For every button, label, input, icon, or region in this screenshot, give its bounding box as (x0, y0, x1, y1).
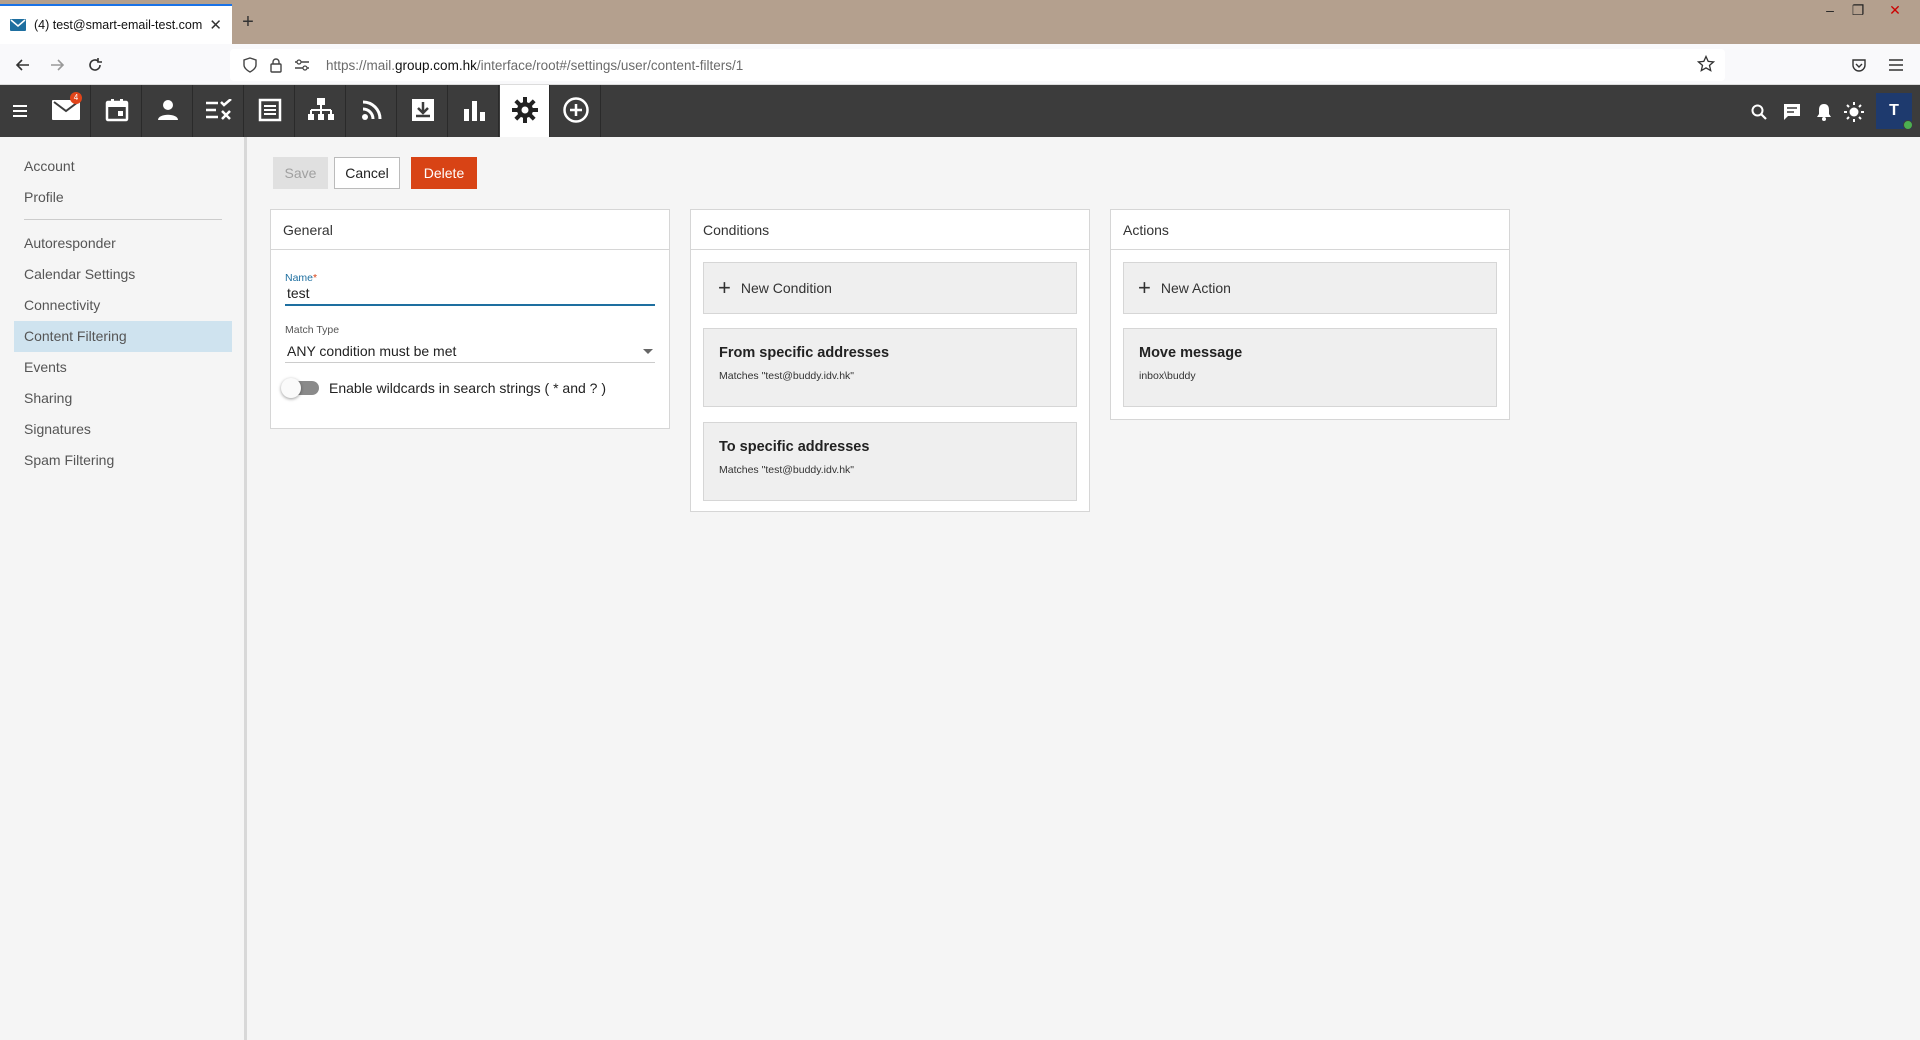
save-button[interactable]: Save (273, 157, 328, 189)
feeds-app-button[interactable] (347, 85, 397, 137)
sidebar-item-connectivity[interactable]: Connectivity (14, 290, 232, 321)
toggle-knob (281, 378, 301, 398)
chat-icon[interactable] (1781, 101, 1803, 123)
sidebar-item-profile[interactable]: Profile (14, 182, 232, 213)
download-box-icon (411, 98, 435, 125)
cancel-button[interactable]: Cancel (334, 157, 400, 189)
settings-sidebar: Account Profile Autoresponder Calendar S… (0, 137, 247, 1040)
condition-card[interactable]: To specific addresses Matches "test@budd… (703, 422, 1077, 501)
browser-menu-icon[interactable] (1883, 52, 1909, 78)
new-condition-button[interactable]: + New Condition (703, 262, 1077, 314)
app-menu-icon[interactable] (10, 101, 30, 121)
wildcard-toggle[interactable] (281, 378, 319, 398)
browser-tab-strip: (4) test@smart-email-test.com ✕ + – ❐ ✕ (0, 0, 1920, 44)
minimize-icon[interactable]: – (1815, 2, 1845, 24)
search-icon[interactable] (1748, 101, 1770, 123)
avatar[interactable]: T (1876, 93, 1913, 130)
general-panel-title: General (271, 210, 669, 250)
lock-icon[interactable] (266, 55, 286, 75)
new-tab-icon[interactable]: + (236, 10, 260, 34)
person-icon (156, 98, 180, 125)
match-type-value: ANY condition must be met (287, 343, 457, 359)
forward-icon[interactable] (44, 52, 70, 78)
url-text: https://mail.group.com.hk/interface/root… (326, 57, 744, 73)
action-card[interactable]: Move message inbox\buddy (1123, 328, 1497, 407)
condition-detail: Matches "test@buddy.idv.hk" (719, 464, 855, 476)
shield-icon[interactable] (240, 55, 260, 75)
wildcard-toggle-row: Enable wildcards in search strings ( * a… (281, 378, 607, 398)
rss-icon (361, 99, 383, 124)
sidebar-item-calendar-settings[interactable]: Calendar Settings (14, 259, 232, 290)
wildcard-toggle-label: Enable wildcards in search strings ( * a… (329, 380, 607, 396)
sidebar-divider (24, 219, 222, 220)
notes-icon (258, 98, 282, 125)
bar-chart-icon (463, 99, 485, 124)
tab-title: (4) test@smart-email-test.com (34, 18, 203, 32)
add-app-button[interactable] (551, 85, 601, 137)
restore-icon[interactable]: ❐ (1843, 2, 1873, 24)
condition-card[interactable]: From specific addresses Matches "test@bu… (703, 328, 1077, 407)
url-bar[interactable]: https://mail.group.com.hk/interface/root… (230, 49, 1725, 81)
match-type-select[interactable]: ANY condition must be met (285, 339, 655, 363)
condition-title: From specific addresses (719, 345, 890, 361)
bell-icon[interactable] (1813, 101, 1835, 123)
back-icon[interactable] (10, 52, 36, 78)
actions-panel: Actions + New Action Move message inbox\… (1110, 209, 1510, 420)
plus-icon: + (718, 275, 731, 300)
condition-detail: Matches "test@buddy.idv.hk" (719, 370, 855, 382)
notes-app-button[interactable] (245, 85, 295, 137)
plus-circle-icon (562, 96, 589, 126)
delete-button[interactable]: Delete (411, 157, 477, 189)
bookmark-star-icon[interactable] (1696, 54, 1716, 76)
calendar-icon (105, 98, 129, 125)
tab-close-icon[interactable]: ✕ (209, 16, 222, 34)
match-type-label: Match Type (285, 324, 340, 336)
condition-title: To specific addresses (719, 439, 870, 455)
sidebar-item-sharing[interactable]: Sharing (14, 383, 232, 414)
sidebar-item-autoresponder[interactable]: Autoresponder (14, 228, 232, 259)
actions-panel-title: Actions (1111, 210, 1509, 250)
mail-app-button[interactable]: 4 (41, 85, 91, 137)
sidebar-item-events[interactable]: Events (14, 352, 232, 383)
online-status-dot (1903, 120, 1913, 130)
gear-icon (511, 96, 538, 126)
new-action-button[interactable]: + New Action (1123, 262, 1497, 314)
unread-badge: 4 (70, 92, 82, 104)
avatar-initial: T (1889, 102, 1899, 119)
org-chart-icon (307, 97, 334, 125)
reload-icon[interactable] (82, 52, 108, 78)
plus-icon: + (1138, 275, 1151, 300)
sidebar-item-content-filtering[interactable]: Content Filtering (14, 321, 232, 352)
directory-app-button[interactable] (296, 85, 346, 137)
action-detail: inbox\buddy (1139, 370, 1196, 382)
sidebar-item-account[interactable]: Account (14, 151, 232, 182)
reports-app-button[interactable] (449, 85, 499, 137)
mail-favicon-icon (10, 19, 26, 31)
chevron-down-icon (643, 349, 653, 354)
general-panel: General Name* Match Type ANY condition m… (270, 209, 670, 429)
browser-navbar: https://mail.group.com.hk/interface/root… (0, 44, 1920, 85)
new-condition-label: New Condition (740, 280, 832, 296)
name-input[interactable] (285, 282, 655, 306)
archive-app-button[interactable] (398, 85, 448, 137)
theme-sun-icon[interactable] (1843, 101, 1865, 123)
app-toolbar: 4 T (0, 85, 1920, 137)
sidebar-item-spam-filtering[interactable]: Spam Filtering (14, 445, 232, 476)
browser-tab[interactable]: (4) test@smart-email-test.com ✕ (0, 4, 232, 44)
contacts-app-button[interactable] (143, 85, 193, 137)
window-close-icon[interactable]: ✕ (1880, 2, 1910, 24)
sidebar-item-signatures[interactable]: Signatures (14, 414, 232, 445)
conditions-panel-title: Conditions (691, 210, 1089, 250)
new-action-label: New Action (1160, 280, 1231, 296)
tasks-app-button[interactable] (194, 85, 244, 137)
action-title: Move message (1139, 345, 1243, 361)
conditions-panel: Conditions + New Condition From specific… (690, 209, 1090, 512)
site-permissions-icon[interactable] (292, 55, 312, 75)
pocket-icon[interactable] (1846, 52, 1872, 78)
tasks-icon (205, 97, 233, 124)
settings-app-button[interactable] (500, 85, 550, 137)
calendar-app-button[interactable] (92, 85, 142, 137)
